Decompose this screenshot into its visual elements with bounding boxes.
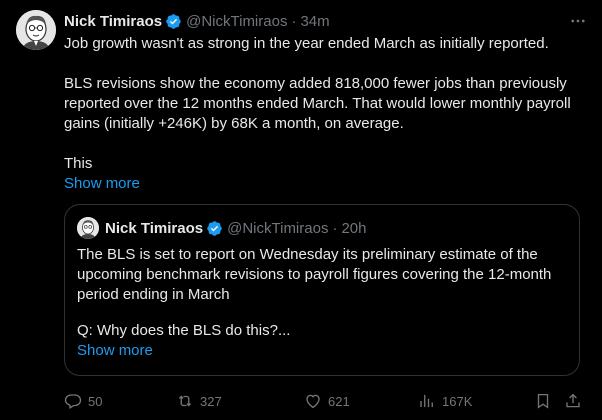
verified-badge-icon <box>206 220 223 237</box>
heart-icon <box>306 394 320 409</box>
tweet-header: Nick Timiraos @NickTimiraos · 34m <box>64 11 330 31</box>
quote-show-more-link[interactable]: Show more <box>77 341 153 361</box>
quote-body: The BLS is set to report on Wednesday it… <box>77 245 567 361</box>
quote-paragraph: The BLS is set to report on Wednesday it… <box>77 246 552 303</box>
tweet[interactable]: Nick Timiraos @NickTimiraos · 34m Job gr… <box>0 0 602 420</box>
tweet-paragraph: BLS revisions show the economy added 818… <box>64 75 571 132</box>
repost-count: 327 <box>200 393 222 409</box>
quote-author-name[interactable]: Nick Timiraos <box>105 220 203 237</box>
repost-button[interactable]: 327 <box>176 390 222 412</box>
bookmark-icon <box>537 393 549 409</box>
reply-button[interactable]: 50 <box>64 390 102 412</box>
views-button[interactable]: 167K <box>418 390 472 412</box>
tweet-paragraph: This <box>64 155 93 172</box>
tweet-paragraph: Job growth wasn't as strong in the year … <box>64 35 549 52</box>
quote-paragraph: Q: Why does the BLS do this?... <box>77 322 291 339</box>
reply-count: 50 <box>88 393 103 409</box>
more-dots-icon[interactable] <box>568 11 588 31</box>
tweet-body: Job growth wasn't as strong in the year … <box>64 34 589 194</box>
action-bar: 50 327 621 167K <box>64 390 584 412</box>
quote-timestamp[interactable]: 20h <box>341 220 366 237</box>
bookmark-button[interactable] <box>534 390 552 412</box>
views-count: 167K <box>442 393 473 409</box>
author-name[interactable]: Nick Timiraos <box>64 13 162 30</box>
quote-author-handle[interactable]: @NickTimiraos <box>227 220 328 237</box>
quote-header: Nick Timiraos @NickTimiraos · 20h <box>105 218 366 238</box>
share-button[interactable] <box>564 390 582 412</box>
like-count: 621 <box>328 393 350 409</box>
reply-icon <box>64 394 82 409</box>
header-separator: · <box>291 12 297 30</box>
tweet-timestamp[interactable]: 34m <box>300 13 329 30</box>
like-button[interactable]: 621 <box>304 390 350 412</box>
quote-header-separator: · <box>332 219 338 237</box>
author-handle[interactable]: @NickTimiraos <box>186 13 287 30</box>
views-chart-icon <box>420 395 433 407</box>
repost-icon <box>178 395 192 407</box>
quoted-tweet[interactable]: Nick Timiraos @NickTimiraos · 20h The BL… <box>64 204 580 376</box>
verified-badge-icon <box>165 13 182 30</box>
author-avatar[interactable] <box>16 10 56 50</box>
show-more-link[interactable]: Show more <box>64 174 140 194</box>
quote-author-avatar[interactable] <box>77 217 99 239</box>
share-icon <box>566 393 580 408</box>
